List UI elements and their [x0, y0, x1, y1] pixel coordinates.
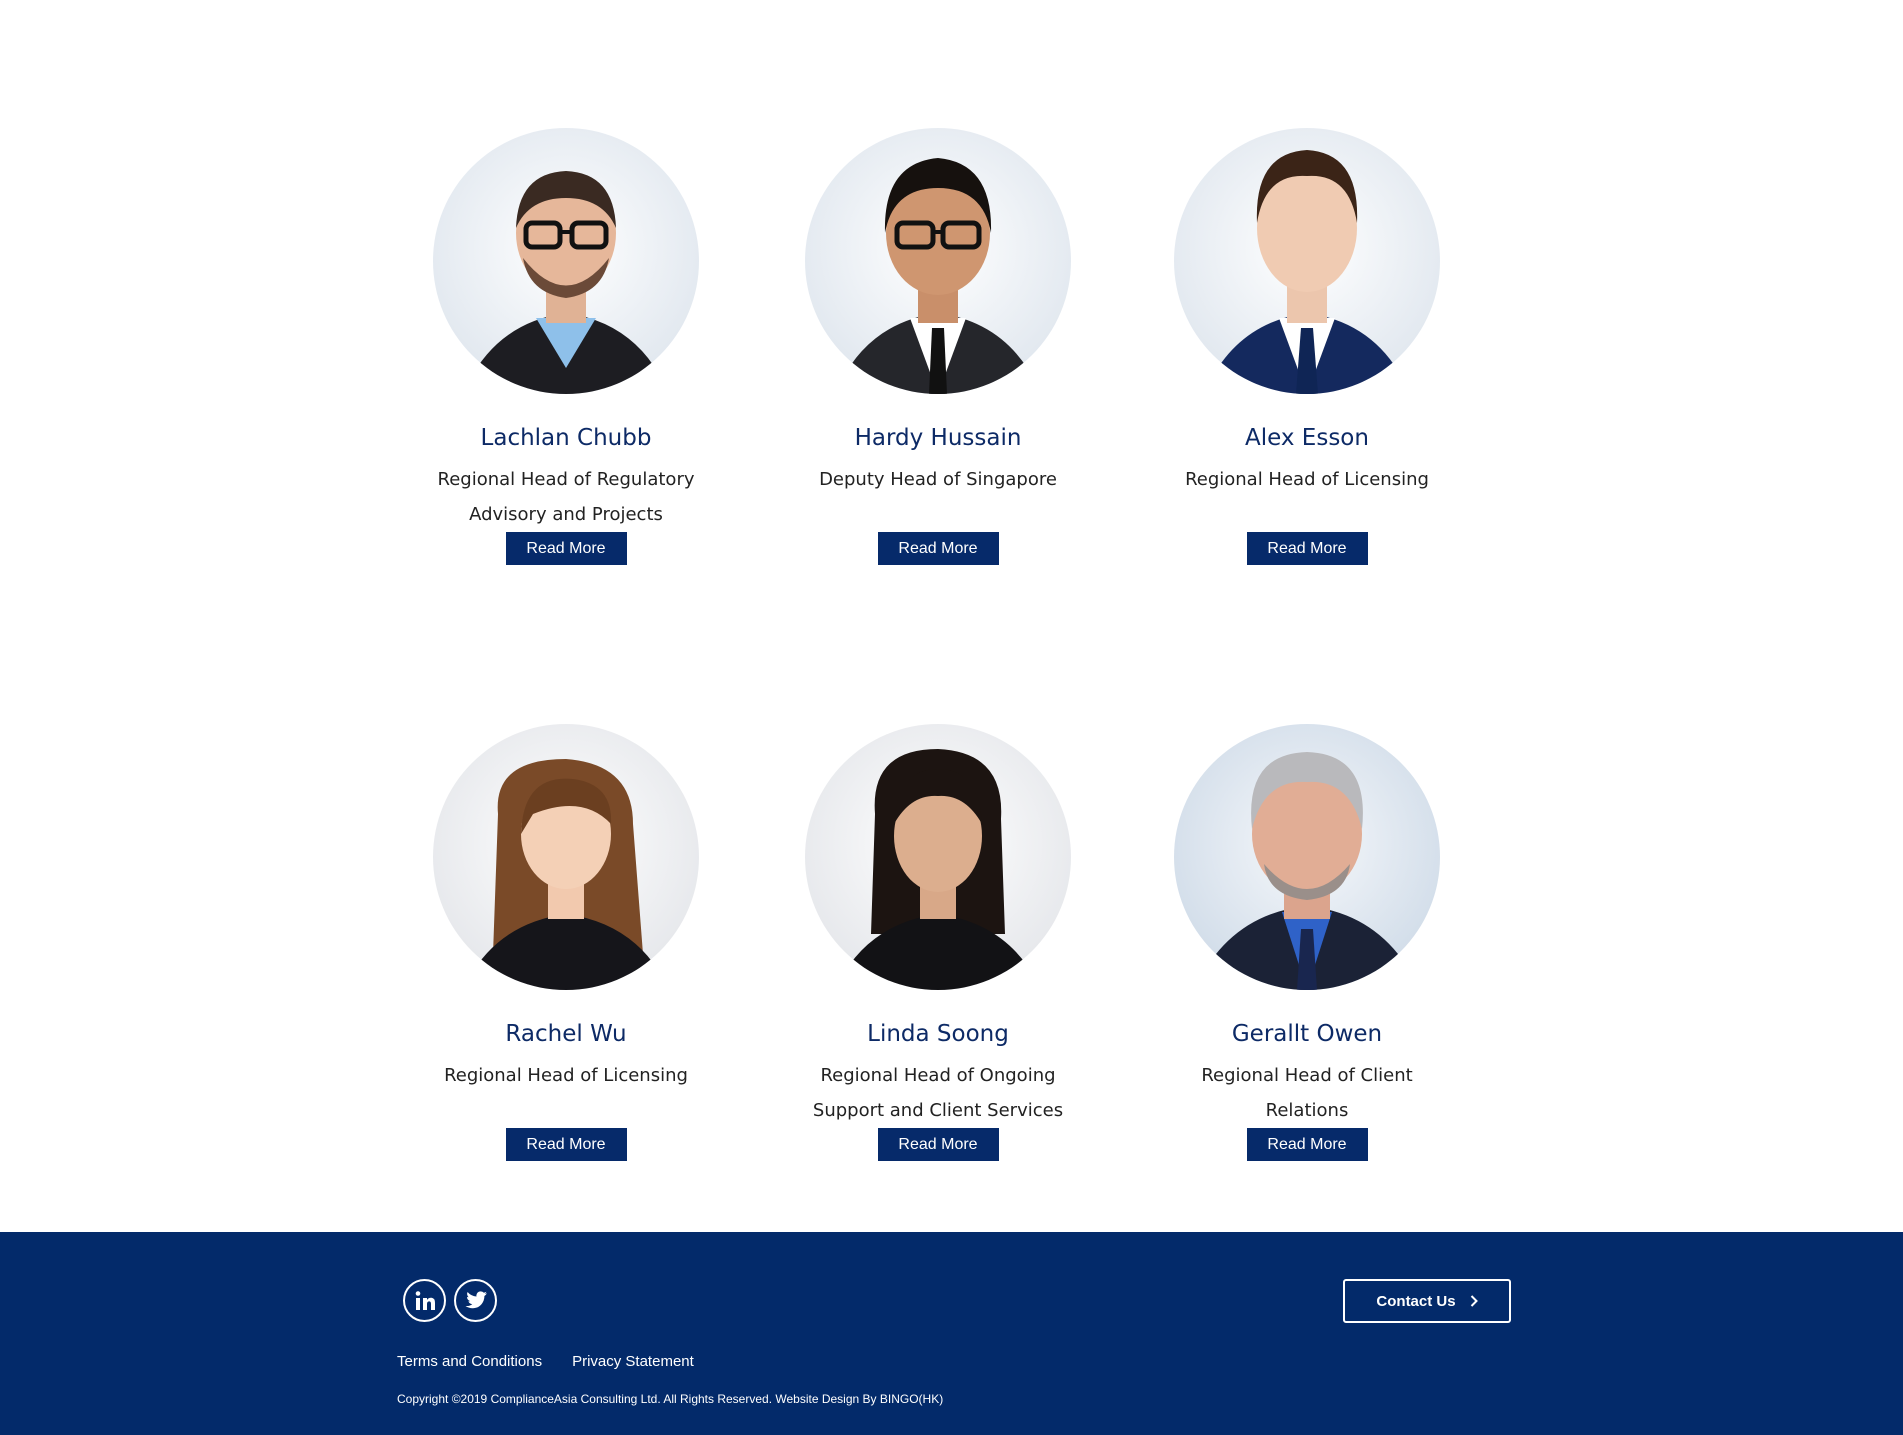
member-name: Rachel Wu [505, 1021, 627, 1047]
portrait-photo [805, 128, 1071, 394]
team-card: Gerallt Owen Regional Head of Client Rel… [1157, 724, 1457, 1161]
linkedin-icon[interactable] [403, 1279, 446, 1322]
portrait-photo [1174, 724, 1440, 990]
read-more-button[interactable]: Read More [505, 1128, 627, 1161]
contact-us-button[interactable]: Contact Us [1343, 1279, 1511, 1323]
member-name: Linda Soong [867, 1021, 1009, 1047]
contact-us-label: Contact Us [1376, 1292, 1456, 1310]
team-grid: Lachlan Chubb Regional Head of Regulator… [0, 0, 1903, 1232]
portrait-photo [805, 724, 1071, 990]
team-card: Alex Esson Regional Head of Licensing Re… [1157, 128, 1457, 565]
member-role: Deputy Head of Singapore [819, 469, 1057, 490]
read-more-button[interactable]: Read More [877, 532, 999, 565]
read-more-button[interactable]: Read More [877, 1128, 999, 1161]
member-role: Regional Head of Ongoing Support and Cli… [812, 1065, 1064, 1121]
portrait-photo [1174, 128, 1440, 394]
twitter-icon[interactable] [454, 1279, 497, 1322]
chevron-right-icon [1470, 1295, 1478, 1307]
portrait-photo [433, 724, 699, 990]
terms-link[interactable]: Terms and Conditions [397, 1353, 542, 1370]
member-name: Alex Esson [1245, 425, 1369, 451]
read-more-button[interactable]: Read More [505, 532, 627, 565]
member-name: Gerallt Owen [1231, 1021, 1383, 1047]
member-role: Regional Head of Licensing [444, 1065, 688, 1086]
read-more-button[interactable]: Read More [1246, 1128, 1368, 1161]
footer-links: Terms and Conditions Privacy Statement [397, 1353, 694, 1370]
team-card: Hardy Hussain Deputy Head of Singapore R… [788, 128, 1088, 565]
member-name: Hardy Hussain [854, 425, 1022, 451]
site-footer: Contact Us Terms and Conditions Privacy … [0, 1232, 1903, 1435]
member-role: Regional Head of Licensing [1185, 469, 1429, 490]
social-links [403, 1279, 497, 1322]
team-card: Linda Soong Regional Head of Ongoing Sup… [788, 724, 1088, 1161]
team-card: Lachlan Chubb Regional Head of Regulator… [416, 128, 716, 565]
member-role: Regional Head of Client Relations [1201, 1065, 1413, 1121]
copyright-text: Copyright ©2019 ComplianceAsia Consultin… [397, 1392, 944, 1406]
read-more-button[interactable]: Read More [1246, 532, 1368, 565]
member-role: Regional Head of Regulatory Advisory and… [437, 469, 695, 525]
privacy-link[interactable]: Privacy Statement [572, 1353, 694, 1370]
member-name: Lachlan Chubb [480, 425, 652, 451]
portrait-photo [433, 128, 699, 394]
team-card: Rachel Wu Regional Head of Licensing Rea… [416, 724, 716, 1161]
